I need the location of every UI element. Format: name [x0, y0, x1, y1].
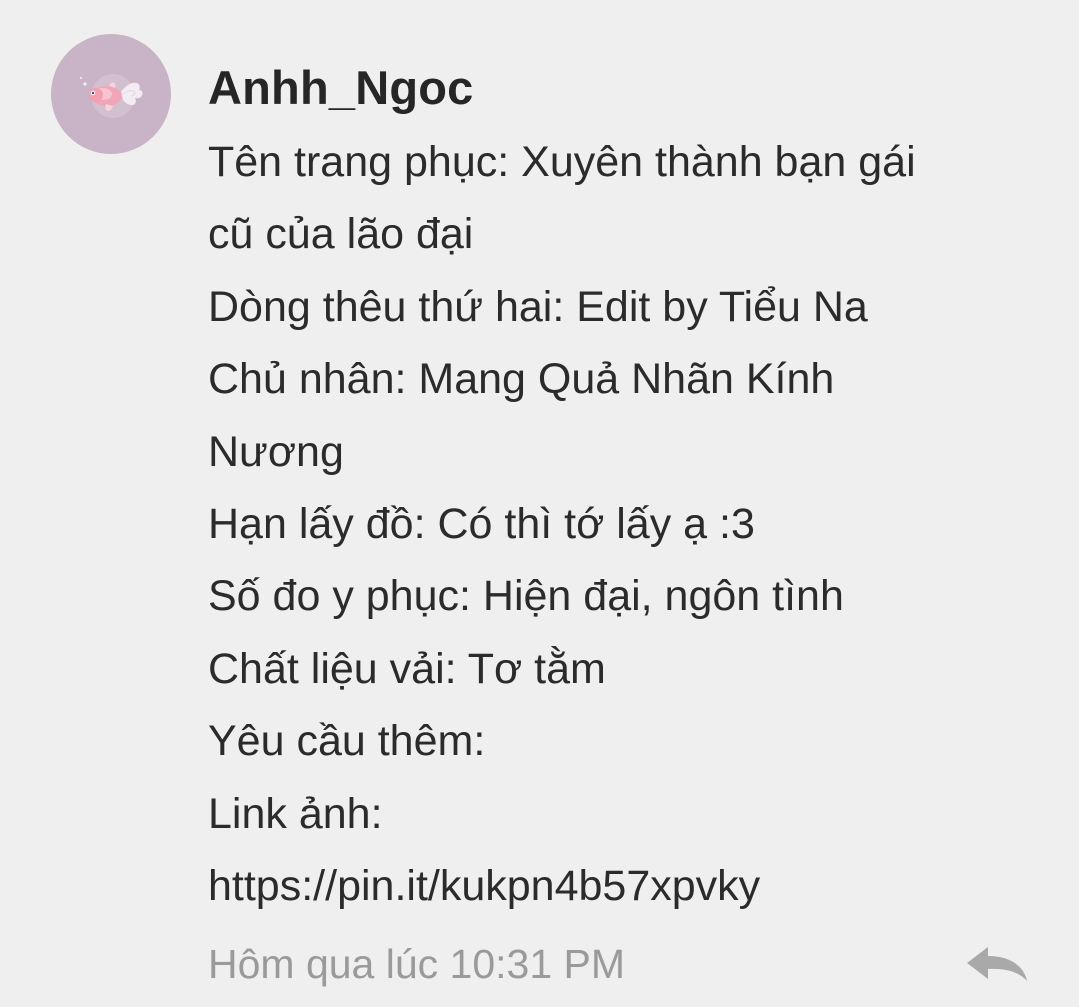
- comment-link-line[interactable]: https://pin.it/kukpn4b57xpvky: [208, 850, 1028, 922]
- comment-line: Chất liệu vải: Tơ tằm: [208, 644, 606, 693]
- reply-button[interactable]: [964, 944, 1030, 984]
- comment-line: Nương: [208, 427, 344, 476]
- comment-line: Link ảnh:: [208, 789, 383, 838]
- comment-line: Dòng thêu thứ hai: Edit by Tiểu Na: [208, 282, 868, 331]
- comment-line: cũ của lão đại: [208, 210, 474, 259]
- goldfish-avatar-icon: [79, 74, 143, 118]
- comment-line: Yêu cầu thêm:: [208, 717, 486, 766]
- comment-line: Hạn lấy đồ: Có thì tớ lấy ạ :3: [208, 500, 755, 549]
- comment-body: Tên trang phục: Xuyên thành bạn gái cũ c…: [208, 126, 1028, 922]
- comment-line: Số đo y phục: Hiện đại, ngôn tình: [208, 572, 844, 621]
- avatar[interactable]: [51, 34, 171, 154]
- comment-content: Anhh_Ngoc Tên trang phục: Xuyên thành bạ…: [208, 56, 1028, 922]
- username[interactable]: Anhh_Ngoc: [208, 56, 1028, 120]
- timestamp: Hôm qua lúc 10:31 PM: [208, 941, 626, 987]
- comment-line: Chủ nhân: Mang Quả Nhãn Kính: [208, 355, 835, 404]
- comment-item: Anhh_Ngoc Tên trang phục: Xuyên thành bạ…: [0, 0, 1079, 1007]
- comment-line: Tên trang phục: Xuyên thành bạn gái: [208, 138, 916, 186]
- comment-footer: Hôm qua lúc 10:31 PM: [208, 934, 1028, 994]
- reply-arrow-icon: [967, 947, 1027, 981]
